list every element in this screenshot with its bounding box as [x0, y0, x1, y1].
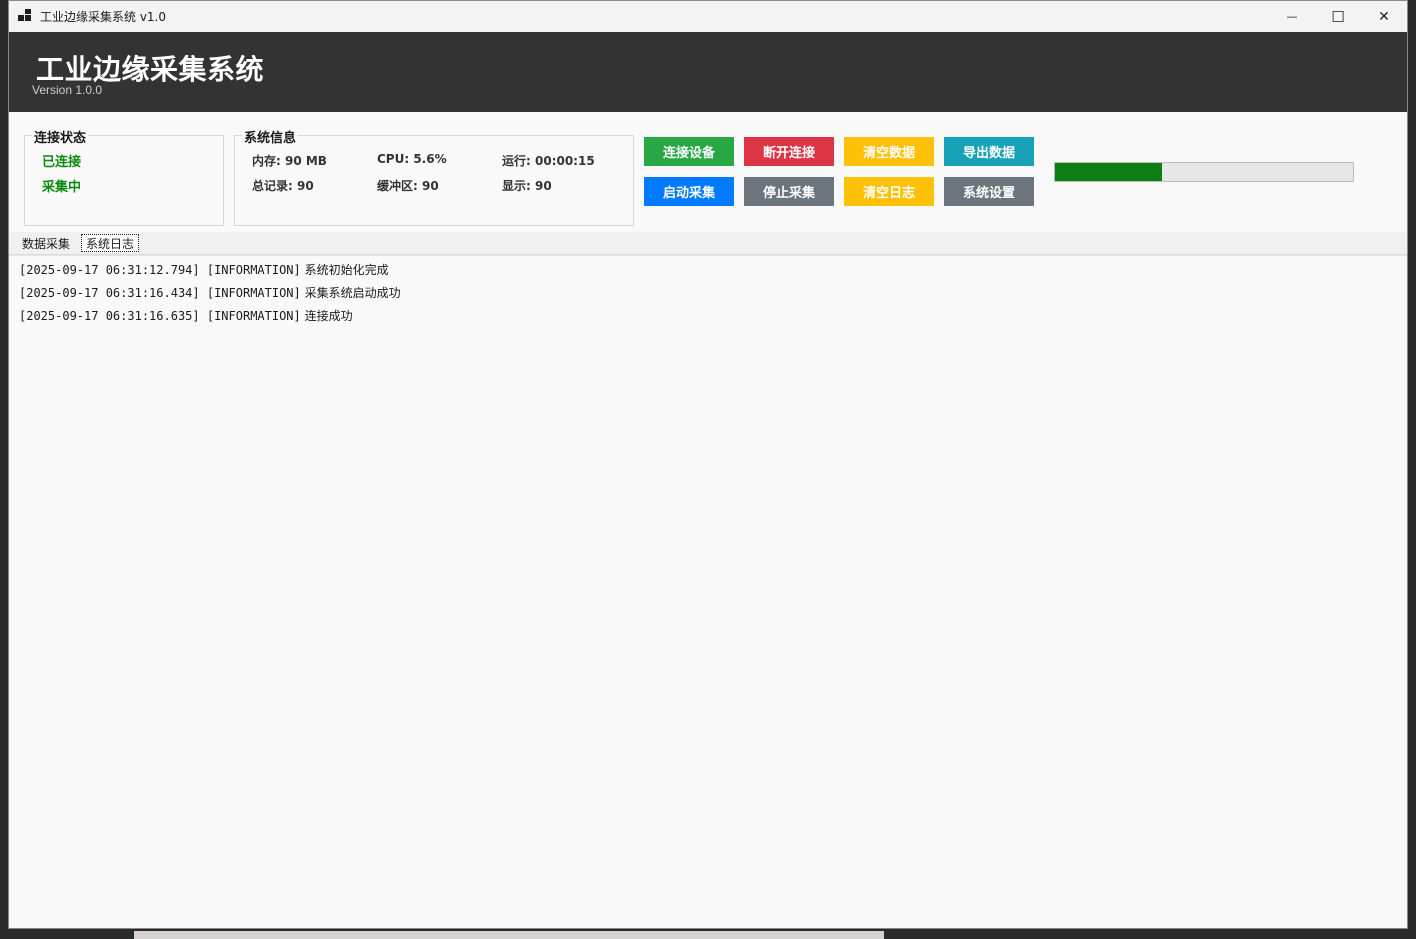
system-settings-button[interactable]: 系统设置: [944, 177, 1034, 206]
tab-bar: 数据采集 系统日志: [9, 232, 1407, 255]
log-entry-prefix: [2025-09-17 06:31:16.434] [INFORMATION]: [19, 286, 301, 300]
connect-device-button[interactable]: 连接设备: [644, 137, 734, 166]
log-entry-message: 连接成功: [304, 309, 353, 323]
memory-usage: 内存: 90 MB: [252, 154, 327, 168]
tab-data-acquisition[interactable]: 数据采集: [18, 234, 74, 252]
log-entry-prefix: [2025-09-17 06:31:12.794] [INFORMATION]: [19, 263, 301, 277]
stop-acquisition-button[interactable]: 停止采集: [744, 177, 834, 206]
disconnect-button[interactable]: 断开连接: [744, 137, 834, 166]
total-records: 总记录: 90: [252, 179, 314, 193]
app-version: Version 1.0.0: [32, 83, 103, 97]
minimize-button[interactable]: —: [1269, 1, 1315, 32]
system-info-group: 系统信息 内存: 90 MB CPU: 5.6% 运行: 00:00:15 总记…: [234, 127, 634, 226]
system-info-legend: 系统信息: [242, 127, 299, 146]
log-entry: [2025-09-17 06:31:16.434] [INFORMATION] …: [19, 284, 401, 301]
app-window-icon: [18, 8, 34, 25]
buffer-count: 缓冲区: 90: [377, 179, 439, 193]
title-bar[interactable]: 工业边缘采集系统 v1.0 — ☐ ✕: [9, 1, 1407, 32]
log-entry: [2025-09-17 06:31:12.794] [INFORMATION] …: [19, 261, 389, 278]
maximize-button[interactable]: ☐: [1315, 1, 1361, 32]
tab-system-log[interactable]: 系统日志: [81, 234, 140, 252]
display-count: 显示: 90: [502, 179, 552, 193]
log-entry: [2025-09-17 06:31:16.635] [INFORMATION] …: [19, 307, 353, 324]
log-entry-message: 系统初始化完成: [304, 263, 389, 277]
app-window: 工业边缘采集系统 v1.0 — ☐ ✕ 工业边缘采集系统 Version 1.0…: [8, 0, 1408, 929]
app-header: 工业边缘采集系统 Version 1.0.0: [9, 32, 1407, 112]
close-button[interactable]: ✕: [1361, 1, 1407, 32]
app-title: 工业边缘采集系统: [36, 53, 265, 86]
window-title: 工业边缘采集系统 v1.0: [40, 10, 167, 24]
control-panel: 连接状态 已连接 采集中 系统信息 内存: 90 MB CPU: 5.6% 运行…: [9, 112, 1407, 232]
connection-state-label: 已连接: [42, 155, 82, 170]
connection-status-group: 连接状态 已连接 采集中: [24, 127, 224, 226]
clear-data-button[interactable]: 清空数据: [844, 137, 934, 166]
cpu-usage: CPU: 5.6%: [377, 152, 447, 166]
clear-log-button[interactable]: 清空日志: [844, 177, 934, 206]
progress-bar: [1054, 162, 1354, 182]
progress-bar-fill: [1055, 163, 1163, 181]
connection-status-legend: 连接状态: [32, 127, 89, 146]
maximize-icon: ☐: [1331, 7, 1345, 26]
log-entry-message: 采集系统启动成功: [304, 286, 401, 300]
log-entry-prefix: [2025-09-17 06:31:16.635] [INFORMATION]: [19, 309, 301, 323]
uptime: 运行: 00:00:15: [502, 154, 595, 168]
log-panel[interactable]: [2025-09-17 06:31:12.794] [INFORMATION] …: [9, 255, 1407, 928]
desktop-taskbar-strip: [134, 931, 884, 939]
start-acquisition-button[interactable]: 启动采集: [644, 177, 734, 206]
export-data-button[interactable]: 导出数据: [944, 137, 1034, 166]
close-icon: ✕: [1378, 8, 1390, 25]
acquisition-state-label: 采集中: [42, 180, 82, 195]
minimize-icon: —: [1286, 10, 1298, 23]
